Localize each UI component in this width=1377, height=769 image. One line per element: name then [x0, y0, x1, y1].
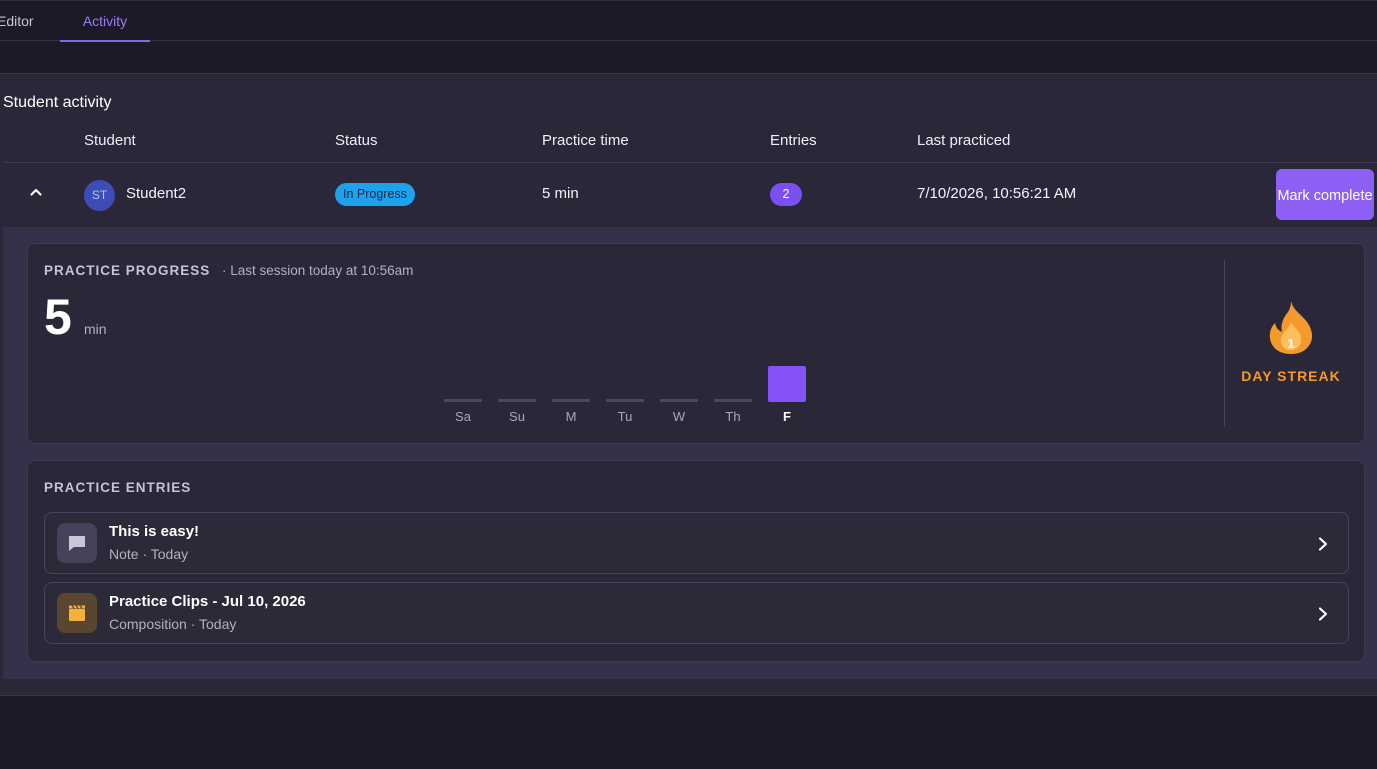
list-item[interactable]: Practice Clips - Jul 10, 2026 Compositio…: [44, 582, 1349, 644]
entry-title: This is easy!: [109, 523, 200, 540]
practice-time: 5 min: [542, 185, 579, 202]
day-streak-label: DAY STREAK: [1241, 368, 1341, 384]
column-header-student[interactable]: Student: [84, 132, 136, 149]
section-title: Student activity: [3, 94, 112, 111]
day-label-m: M: [565, 409, 577, 424]
day-bar-th: [714, 399, 752, 402]
divider: [1224, 260, 1225, 427]
tab-activity[interactable]: Activity: [60, 1, 150, 42]
last-practiced: 7/10/2026, 10:56:21 AM: [917, 185, 1077, 202]
chevron-right-icon[interactable]: [1316, 606, 1330, 622]
note-icon: [57, 523, 97, 563]
day-bar-su: [498, 399, 536, 402]
last-session-note: · Last session today at 10:56am: [222, 263, 414, 278]
day-label-w: W: [672, 409, 686, 424]
expanded-row-details: PRACTICE PROGRESS · Last session today a…: [3, 227, 1377, 679]
tab-bar: Editor Activity: [0, 0, 1377, 42]
mark-complete-button[interactable]: Mark complete: [1276, 169, 1374, 220]
streak-count: 1: [1287, 336, 1295, 351]
clapperboard-icon: [57, 593, 97, 633]
avatar: ST: [84, 180, 115, 211]
day-bar-sa: [444, 399, 482, 402]
chevron-up-icon[interactable]: [29, 185, 43, 199]
entry-subtitle: Note · Today: [109, 546, 189, 562]
entry-title: Practice Clips - Jul 10, 2026: [109, 593, 306, 610]
list-item[interactable]: This is easy! Note · Today: [44, 512, 1349, 574]
table-header: Student Status Practice time Entries Las…: [3, 124, 1377, 163]
day-bar-tu: [606, 399, 644, 402]
chevron-right-icon[interactable]: [1316, 536, 1330, 552]
column-header-status[interactable]: Status: [335, 132, 378, 149]
day-bar-m: [552, 399, 590, 402]
tab-editor[interactable]: Editor: [0, 1, 42, 41]
practice-entries-card: PRACTICE ENTRIES This is easy! Note · To…: [27, 460, 1365, 662]
practice-minutes-unit: min: [84, 321, 107, 337]
student-activity-panel: Student activity Student Status Practice…: [0, 73, 1377, 696]
day-label-sa: Sa: [455, 409, 471, 424]
practice-progress-card: PRACTICE PROGRESS · Last session today a…: [27, 243, 1365, 444]
entries-count-badge: 2: [770, 183, 802, 206]
day-label-tu: Tu: [617, 409, 633, 424]
day-bar-w: [660, 399, 698, 402]
practice-entries-heading: PRACTICE ENTRIES: [44, 480, 192, 495]
entry-subtitle: Composition · Today: [109, 616, 237, 632]
day-bar-f: [768, 366, 806, 402]
day-label-f: F: [783, 409, 791, 424]
practice-minutes-value: 5: [44, 289, 72, 345]
student-name: Student2: [126, 185, 187, 202]
day-label-su: Su: [509, 409, 525, 424]
day-label-th: Th: [725, 409, 741, 424]
practice-progress-heading: PRACTICE PROGRESS: [44, 263, 211, 278]
status-badge: In Progress: [335, 183, 415, 206]
column-header-entries[interactable]: Entries: [770, 132, 817, 149]
table-row[interactable]: ST Student2 In Progress 5 min 2 7/10/202…: [3, 163, 1377, 227]
column-header-practice-time[interactable]: Practice time: [542, 132, 629, 149]
column-header-last-practiced[interactable]: Last practiced: [917, 132, 1010, 149]
